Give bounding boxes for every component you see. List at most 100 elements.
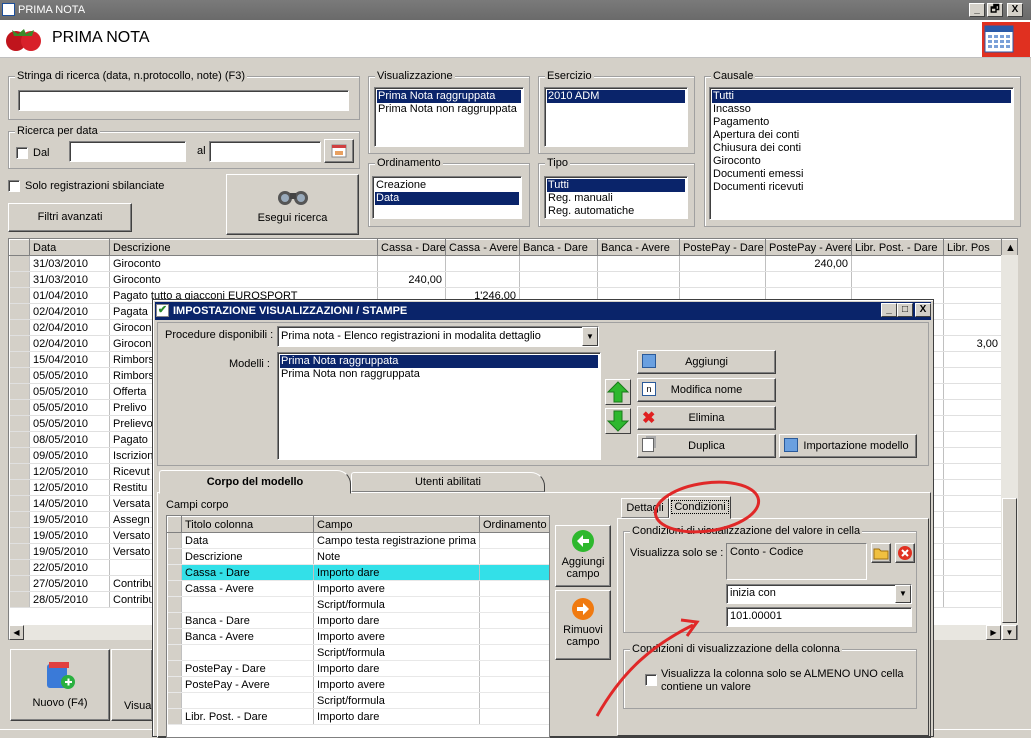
grid-header-cell[interactable]: Banca - Dare xyxy=(519,239,598,256)
dialog-minimize-button[interactable]: _ xyxy=(881,303,897,317)
tipo-list[interactable]: Tutti Reg. manuali Reg. automatiche xyxy=(544,176,688,219)
campi-cell[interactable] xyxy=(479,548,549,565)
table-row[interactable]: 31/03/2010 Giroconto 240,00 xyxy=(9,255,1017,272)
grid-cell[interactable] xyxy=(943,479,1002,496)
date-to-input[interactable] xyxy=(209,141,321,162)
campi-cell[interactable] xyxy=(479,580,549,597)
dialog-close-button[interactable]: X xyxy=(915,303,931,317)
grid-header-cell[interactable]: PostePay - Dare xyxy=(679,239,766,256)
grid-cell[interactable] xyxy=(943,575,1002,592)
grid-cell[interactable]: 27/05/2010 xyxy=(29,575,110,592)
campi-cell[interactable] xyxy=(181,644,314,661)
grid-cell[interactable] xyxy=(943,447,1002,464)
search-input[interactable] xyxy=(18,90,349,111)
grid-cell[interactable]: 240,00 xyxy=(377,271,446,288)
grid-header-cell[interactable]: Banca - Avere xyxy=(597,239,680,256)
grid-cell[interactable]: 19/05/2010 xyxy=(29,543,110,560)
campi-cell[interactable]: Importo dare xyxy=(313,708,480,725)
grid-cell[interactable]: 19/05/2010 xyxy=(29,511,110,528)
chevron-down-icon[interactable]: ▼ xyxy=(895,585,911,603)
grid-cell[interactable]: 19/05/2010 xyxy=(29,527,110,544)
grid-cell[interactable]: 02/04/2010 xyxy=(29,303,110,320)
campi-cell[interactable]: Libr. Post. - Dare xyxy=(181,708,314,725)
tab-dettagli[interactable]: Dettagli xyxy=(621,498,669,518)
grid-cell[interactable] xyxy=(519,255,598,272)
table-row[interactable]: PostePay - Dare Importo dare xyxy=(167,660,549,677)
campi-cell[interactable]: Cassa - Avere xyxy=(181,580,314,597)
modelli-list[interactable]: Prima Nota raggruppata Prima Nota non ra… xyxy=(277,352,601,460)
esercizio-list[interactable]: 2010 ADM xyxy=(544,87,688,147)
campi-corpo-grid[interactable]: Titolo colonna Campo Ordinamento Data Cam… xyxy=(166,515,550,738)
grid-scroll-thumb[interactable] xyxy=(1002,498,1017,623)
minimize-button[interactable]: _ xyxy=(969,3,985,17)
grid-cell[interactable]: 240,00 xyxy=(765,255,852,272)
grid-cell[interactable]: 15/04/2010 xyxy=(29,351,110,368)
grid-cell[interactable]: 31/03/2010 xyxy=(29,255,110,272)
grid-cell[interactable] xyxy=(851,271,944,288)
campi-cell[interactable]: Script/formula xyxy=(313,596,480,613)
list-item[interactable]: Documenti emessi xyxy=(712,168,1011,181)
grid-cell[interactable] xyxy=(943,383,1002,400)
grid-header-cell[interactable]: Cassa - Dare xyxy=(377,239,446,256)
aggiungi-campo-button[interactable]: Aggiungi campo xyxy=(555,525,611,587)
grid-cell[interactable] xyxy=(943,591,1002,608)
grid-cell[interactable] xyxy=(377,255,446,272)
calendar-icon[interactable] xyxy=(984,25,1014,53)
grid-cell[interactable] xyxy=(679,255,766,272)
grid-cell[interactable] xyxy=(597,255,680,272)
grid-cell[interactable] xyxy=(943,367,1002,384)
list-item[interactable]: Prima Nota raggruppata xyxy=(280,355,598,368)
campi-cell[interactable]: Importo avere xyxy=(313,628,480,645)
grid-cell[interactable]: 05/05/2010 xyxy=(29,415,110,432)
grid-cell[interactable]: 09/05/2010 xyxy=(29,447,110,464)
grid-cell[interactable] xyxy=(765,271,852,288)
modifica-nome-button[interactable]: n Modifica nome xyxy=(637,378,776,402)
grid-cell[interactable] xyxy=(943,559,1002,576)
campi-cell[interactable]: Importo dare xyxy=(313,612,480,629)
dialog-maximize-button[interactable]: □ xyxy=(897,303,913,317)
grid-cell[interactable]: 3,00 xyxy=(943,335,1002,352)
list-item[interactable]: Giroconto xyxy=(712,155,1011,168)
grid-cell[interactable]: 01/04/2010 xyxy=(29,287,110,304)
campi-cell[interactable]: Importo dare xyxy=(313,660,480,677)
grid-cell[interactable]: 22/05/2010 xyxy=(29,559,110,576)
table-row[interactable]: Banca - Dare Importo dare xyxy=(167,612,549,629)
visualizzazione-list[interactable]: Prima Nota raggruppata Prima Nota non ra… xyxy=(374,87,524,147)
campi-cell[interactable]: Note xyxy=(313,548,480,565)
campi-header-cell[interactable]: Ordinamento xyxy=(479,516,549,533)
grid-cell[interactable]: Giroconto xyxy=(109,271,378,288)
grid-header-cell[interactable]: Cassa - Avere xyxy=(445,239,520,256)
campi-cell[interactable]: Data xyxy=(181,532,314,549)
campi-cell[interactable] xyxy=(479,676,549,693)
list-item[interactable]: Tutti xyxy=(712,90,1011,103)
list-item[interactable]: 2010 ADM xyxy=(547,90,685,103)
nuovo-button[interactable]: Nuovo (F4) xyxy=(10,649,110,721)
grid-cell[interactable]: 31/03/2010 xyxy=(29,271,110,288)
list-item[interactable]: Tutti xyxy=(547,179,685,192)
grid-header-cell[interactable]: Data xyxy=(29,239,110,256)
list-item[interactable]: Data xyxy=(375,192,519,205)
grid-cell[interactable] xyxy=(943,495,1002,512)
grid-cell[interactable] xyxy=(679,271,766,288)
campi-cell[interactable]: Script/formula xyxy=(313,644,480,661)
grid-cell[interactable] xyxy=(445,255,520,272)
list-item[interactable]: Incasso xyxy=(712,103,1011,116)
restore-button[interactable]: 🗗 xyxy=(987,3,1003,17)
list-item[interactable]: Chiusura dei conti xyxy=(712,142,1011,155)
campi-cell[interactable]: Importo avere xyxy=(313,676,480,693)
elimina-button[interactable]: ✖ Elimina xyxy=(637,406,776,430)
tab-condizioni[interactable]: Condizioni xyxy=(669,496,731,519)
scroll-left-arrow-icon[interactable]: ◀ xyxy=(9,625,24,640)
grid-cell[interactable] xyxy=(943,543,1002,560)
campi-cell[interactable]: Cassa - Dare xyxy=(181,564,314,581)
campi-cell[interactable]: PostePay - Dare xyxy=(181,660,314,677)
scroll-right-arrow-icon[interactable]: ▶ xyxy=(986,625,1001,640)
grid-cell[interactable]: 05/05/2010 xyxy=(29,399,110,416)
ordinamento-list[interactable]: Creazione Data xyxy=(372,176,522,219)
grid-cell[interactable] xyxy=(445,271,520,288)
grid-cell[interactable]: 05/05/2010 xyxy=(29,383,110,400)
date-from-input[interactable] xyxy=(69,141,186,162)
table-row[interactable]: Cassa - Avere Importo avere xyxy=(167,580,549,597)
procedure-select[interactable]: Prima nota - Elenco registrazioni in mod… xyxy=(277,326,599,347)
campi-cell[interactable] xyxy=(181,692,314,709)
